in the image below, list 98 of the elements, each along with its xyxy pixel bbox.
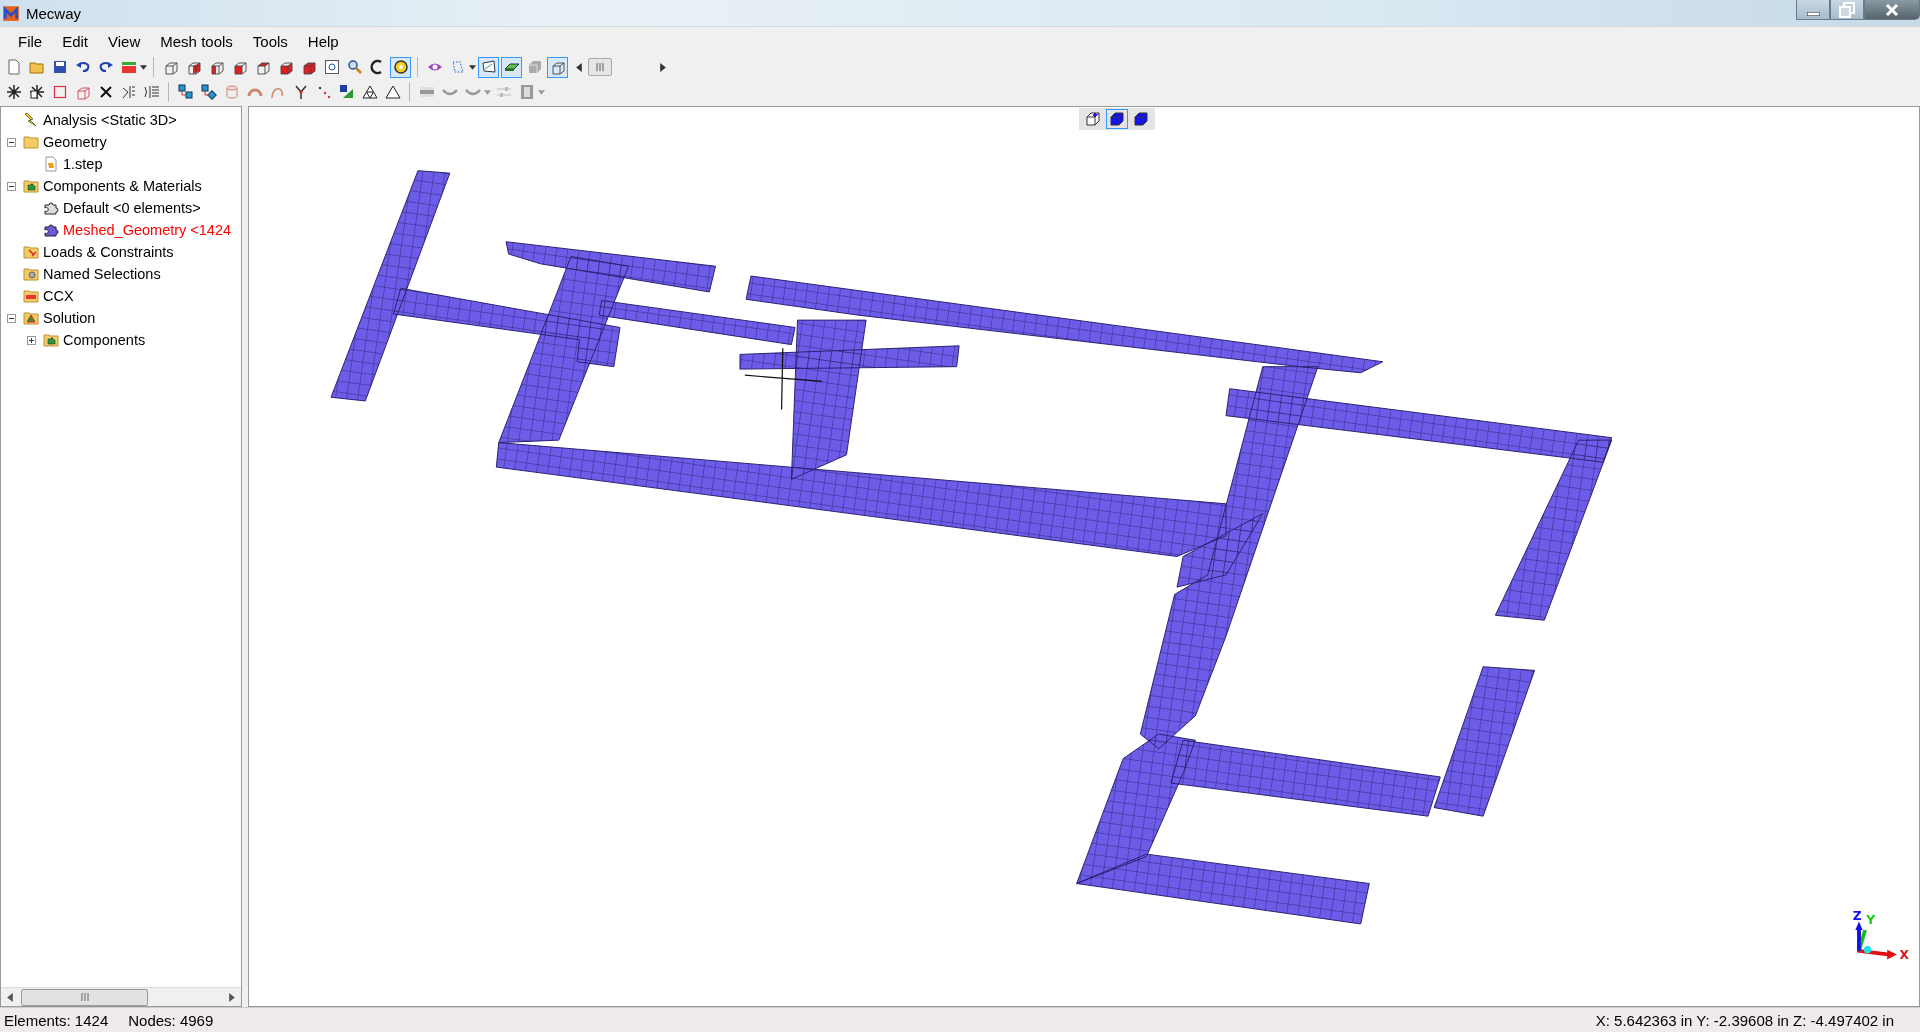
axis-label: Y [1866, 912, 1876, 927]
axis-label: X [1899, 948, 1909, 963]
triangle-icon [338, 84, 355, 100]
columns-icon [143, 84, 160, 100]
menu-item[interactable]: File [8, 32, 53, 50]
folder-icon [23, 288, 39, 304]
toolbar-button[interactable] [198, 81, 219, 103]
wire-cube-icon [162, 59, 179, 75]
horizontal-scrollbar[interactable] [1, 987, 241, 1006]
zoom-box-icon [323, 59, 340, 75]
crosshair-icon [744, 347, 823, 411]
node-burst-icon [5, 84, 22, 100]
close-icon [1884, 1, 1900, 18]
lightning-icon [23, 112, 39, 128]
window-title: Mecway [26, 4, 81, 22]
toolbar-scrollbar[interactable] [576, 57, 666, 77]
collapse-icon[interactable] [7, 181, 16, 191]
delete-icon [97, 84, 114, 100]
save-icon [51, 59, 68, 75]
caret-icon[interactable] [140, 64, 147, 70]
tree-item[interactable]: Default <0 elements> [63, 200, 201, 216]
cube-face-icon [208, 59, 225, 75]
maximize-button[interactable] [1830, 0, 1864, 20]
tree-item[interactable]: Components & Materials [43, 178, 202, 194]
minimize-icon [1806, 11, 1820, 16]
folder-icon [23, 134, 39, 150]
puzzle-folder-icon [43, 332, 59, 348]
tree-item[interactable]: CCX [43, 288, 74, 304]
folder-icon [23, 310, 39, 326]
sketch-icon [480, 59, 497, 75]
tree-item[interactable]: Components [63, 332, 146, 348]
menu-item[interactable]: Mesh tools [150, 32, 243, 50]
toolbar-button[interactable] [478, 56, 499, 78]
cube-face-icon [185, 59, 202, 75]
film-icon [518, 84, 535, 100]
new-file-icon [5, 59, 22, 75]
open-folder-icon [28, 59, 45, 75]
tree-item[interactable]: Solution [43, 310, 96, 326]
element-count: Elements: 1424 [4, 1011, 109, 1029]
tree-item[interactable]: Geometry [43, 134, 107, 150]
toolbar-button[interactable] [390, 56, 411, 78]
puzzle-piece-icon [43, 200, 59, 216]
split-icon [120, 84, 137, 100]
right-arrow-icon[interactable] [660, 62, 666, 72]
square-icon [51, 84, 68, 100]
caret-icon[interactable] [469, 64, 476, 70]
folder-icon [23, 244, 39, 260]
node-box-icon [28, 84, 45, 100]
tree-item[interactable]: 1.step [63, 156, 103, 172]
folder-icon [23, 266, 39, 282]
view-mode-button[interactable] [1106, 109, 1128, 129]
restore-icon [1837, 1, 1857, 18]
menu-item[interactable]: Help [297, 32, 349, 50]
undo-icon [74, 59, 91, 75]
right-arrow-icon[interactable] [229, 992, 235, 1002]
solid-cube-icon [300, 59, 317, 75]
cursor-coordinates: X: 5.642363 in Y: -2.39608 in Z: -4.497402 in [1595, 1011, 1894, 1029]
cube-face-icon [254, 59, 271, 75]
left-arrow-icon[interactable] [576, 62, 582, 72]
blocks-icon [177, 84, 194, 100]
fork-icon [292, 84, 309, 100]
minimize-button[interactable] [1796, 0, 1830, 20]
triangle-mesh-icon [361, 84, 378, 100]
menu-item[interactable]: View [98, 32, 151, 50]
zoom-fit-icon [392, 59, 409, 75]
tree-item[interactable]: Meshed_Geometry <1424 [63, 222, 232, 238]
scroll-thumb[interactable] [588, 58, 612, 76]
left-arrow-icon[interactable] [7, 992, 13, 1002]
wire-cube-icon [74, 84, 91, 100]
scroll-thumb[interactable] [21, 988, 148, 1006]
triangle-icon [384, 84, 401, 100]
cube-face-icon [277, 59, 294, 75]
tree-item[interactable]: Loads & Constraints [43, 244, 174, 260]
file-icon [43, 156, 59, 172]
menu-item[interactable]: Tools [242, 32, 298, 50]
wire-cube-icon [549, 59, 566, 75]
shaded-cube-icon [526, 59, 543, 75]
puzzle-piece-icon [43, 222, 59, 238]
3d-viewport[interactable]: Z Y X [248, 106, 1920, 1007]
puzzle-folder-icon [23, 178, 39, 194]
tree-item[interactable]: Analysis <Static 3D> [43, 112, 177, 128]
cylinder-icon [223, 84, 240, 100]
zoom-icon [346, 59, 363, 75]
node-count: Nodes: 4969 [128, 1011, 214, 1029]
tree-item[interactable]: Named Selections [43, 266, 161, 282]
menu-item[interactable]: Edit [52, 32, 99, 50]
redo-icon [97, 59, 114, 75]
cube-face-icon [231, 59, 248, 75]
close-button[interactable] [1864, 0, 1920, 20]
sliders-icon [495, 84, 512, 100]
toolbar-button[interactable] [501, 56, 522, 78]
blocks-icon [200, 84, 217, 100]
collapse-icon[interactable] [7, 313, 16, 323]
app-logo-icon [2, 4, 20, 22]
collapse-icon[interactable] [7, 137, 16, 147]
axis-label: Z [1852, 909, 1862, 924]
expand-icon[interactable] [27, 335, 36, 345]
solver-icon [120, 59, 137, 75]
